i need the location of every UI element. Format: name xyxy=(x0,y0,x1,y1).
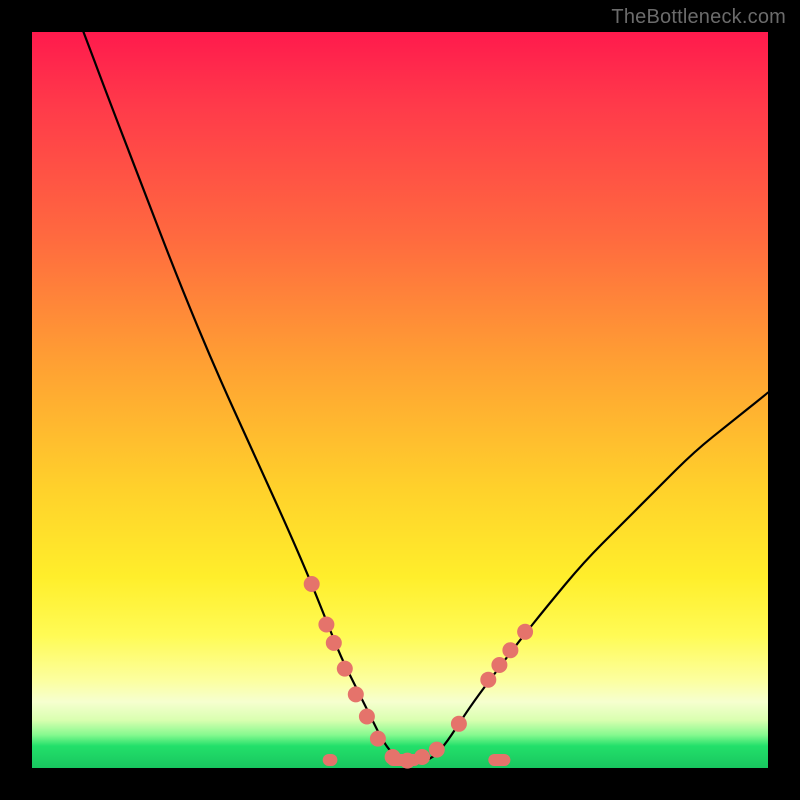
marker-dot xyxy=(414,749,430,765)
plot-area xyxy=(32,32,768,768)
marker-dot xyxy=(491,657,507,673)
marker-dot xyxy=(348,686,364,702)
marker-dot xyxy=(337,661,353,677)
marker-dot xyxy=(502,642,518,658)
outer-frame: TheBottleneck.com xyxy=(0,0,800,800)
marker-points xyxy=(304,576,533,769)
bottleneck-curve xyxy=(84,32,769,761)
marker-dot xyxy=(359,709,375,725)
marker-bar xyxy=(488,754,510,766)
marker-dot xyxy=(429,742,445,758)
marker-dot xyxy=(385,749,401,765)
marker-dot xyxy=(304,576,320,592)
curve-layer xyxy=(32,32,768,768)
marker-dot xyxy=(480,672,496,688)
marker-dot xyxy=(399,753,415,769)
marker-dot xyxy=(451,716,467,732)
marker-dot xyxy=(370,731,386,747)
marker-dot xyxy=(318,617,334,633)
marker-bar xyxy=(323,754,338,766)
marker-dot xyxy=(326,635,342,651)
attribution-text: TheBottleneck.com xyxy=(611,6,786,29)
marker-dot xyxy=(517,624,533,640)
